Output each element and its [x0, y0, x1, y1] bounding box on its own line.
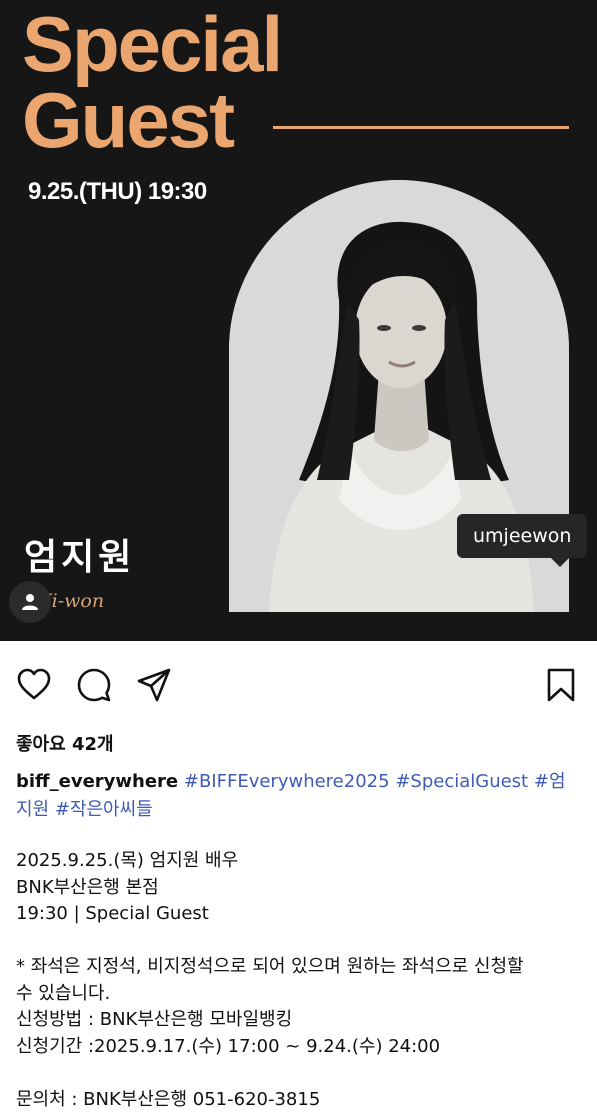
bookmark-icon[interactable]	[545, 667, 577, 703]
body-line: 신청방법 : BNK부산은행 모바일뱅킹	[16, 1009, 293, 1030]
body-line: * 좌석은 지정석, 비지정석으로 되어 있으며 원하는 좌석으로 신청할	[16, 956, 524, 977]
body-line	[16, 928, 581, 955]
hashtag[interactable]: #SpecialGuest	[395, 771, 528, 792]
headline-line-guest: Guest	[22, 76, 235, 164]
body-line: 신청기간 :2025.9.17.(수) 17:00 ~ 9.24.(수) 24:…	[16, 1035, 441, 1057]
hashtag[interactable]: #작은아씨들	[55, 799, 153, 820]
body-line: 수 있습니다.	[16, 982, 111, 1004]
photo-tag-tooltip[interactable]: umjeewon	[457, 514, 588, 567]
guest-signature: Ji-won	[44, 590, 105, 612]
person-icon	[22, 594, 38, 610]
hashtag[interactable]: #BIFFEverywhere2025	[184, 771, 390, 792]
body-line	[16, 1060, 581, 1087]
body-line: BNK부산은행 본점	[16, 876, 159, 898]
comment-icon[interactable]	[76, 667, 112, 703]
event-datetime: 9.25.(THU) 19:30	[28, 178, 207, 205]
post-body: 2025.9.25.(목) 엄지원 배우 BNK부산은행 본점 19:30 | …	[16, 848, 581, 1113]
post-action-bar	[0, 667, 597, 707]
post-caption: biff_everywhere #BIFFEverywhere2025 #Spe…	[16, 768, 581, 824]
headline-line-special: Special	[22, 0, 283, 88]
heart-icon[interactable]	[16, 667, 52, 703]
body-line: 문의처 : BNK부산은행 051-620-3815	[16, 1088, 321, 1110]
headline-rule	[273, 126, 569, 129]
guest-name: 엄지원	[24, 537, 136, 578]
body-line: 2025.9.25.(목) 엄지원 배우	[16, 850, 239, 871]
body-line: 19:30 | Special Guest	[16, 903, 209, 924]
tagged-people-button[interactable]	[9, 581, 51, 623]
post-image[interactable]: Special Guest 9.25.(THU) 19:30 엄지원 Ji-wo…	[0, 0, 597, 641]
poster-headline: Special Guest	[22, 0, 283, 164]
send-icon[interactable]	[136, 667, 172, 703]
likes-count[interactable]: 좋아요 42개	[16, 730, 114, 756]
author-username[interactable]: biff_everywhere	[16, 771, 178, 792]
